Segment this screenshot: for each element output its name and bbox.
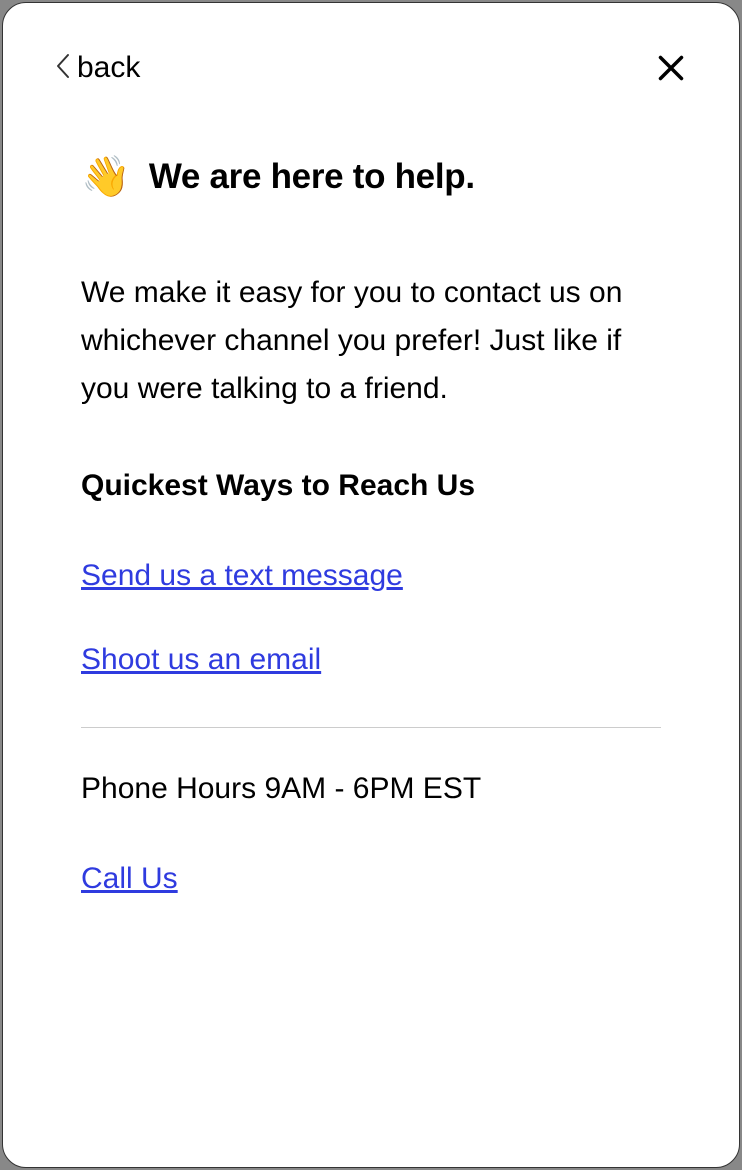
title-row: 👋 We are here to help.	[81, 157, 661, 197]
wave-icon: 👋	[81, 157, 131, 197]
call-us-link[interactable]: Call Us	[81, 862, 178, 896]
page-title: We are here to help.	[149, 157, 475, 197]
send-text-link[interactable]: Send us a text message	[81, 559, 403, 593]
divider	[81, 727, 661, 728]
modal-header: back	[3, 3, 739, 85]
close-button[interactable]	[655, 52, 687, 84]
quickest-ways-heading: Quickest Ways to Reach Us	[81, 469, 661, 503]
phone-hours-text: Phone Hours 9AM - 6PM EST	[81, 772, 661, 806]
back-button[interactable]: back	[55, 51, 140, 85]
send-email-link[interactable]: Shoot us an email	[81, 643, 321, 677]
chevron-left-icon	[55, 53, 71, 83]
close-icon	[657, 54, 685, 82]
back-label: back	[77, 51, 140, 85]
modal-content: 👋 We are here to help. We make it easy f…	[3, 85, 739, 946]
help-modal: back 👋 We are here to help. We make it e…	[2, 2, 740, 1168]
help-description: We make it easy for you to contact us on…	[81, 269, 661, 413]
